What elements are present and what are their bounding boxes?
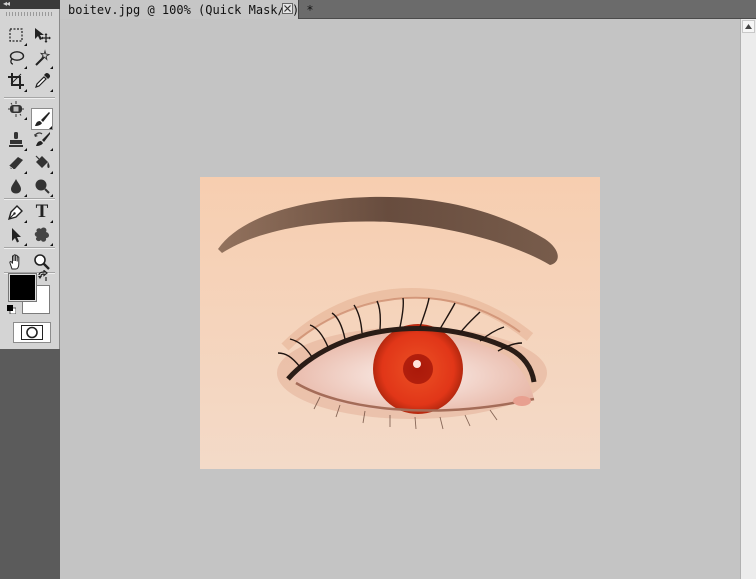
zoom-icon [34, 254, 50, 270]
magic-wand-icon [35, 49, 51, 66]
toolbox-header[interactable]: ◂◂ [0, 0, 60, 9]
document-tab[interactable]: boitev.jpg @ 100% (Quick Mask/8) * [60, 0, 314, 19]
tool-flyout-indicator [24, 89, 27, 92]
tool-flyout-indicator [24, 148, 27, 151]
history-brush-icon [34, 132, 50, 146]
move-tool[interactable] [31, 24, 53, 46]
tool-flyout-indicator [24, 243, 27, 246]
document-canvas[interactable] [60, 19, 740, 579]
crop-tool[interactable] [5, 70, 27, 92]
hand-icon [9, 254, 20, 270]
drop-icon [11, 179, 21, 194]
tool-flyout-indicator [50, 243, 53, 246]
history-brush-tool[interactable] [31, 129, 53, 151]
tool-flyout-indicator [50, 220, 53, 223]
tool-flyout-indicator [24, 66, 27, 69]
tool-flyout-indicator [24, 220, 27, 223]
tool-flyout-indicator [50, 194, 53, 197]
eye-photo[interactable] [200, 177, 600, 469]
dodge-icon [35, 179, 50, 194]
tool-flyout-indicator [24, 117, 27, 120]
foreground-color-swatch[interactable] [8, 273, 37, 302]
close-icon [284, 5, 291, 12]
pen-icon [7, 205, 23, 221]
eyedropper-tool[interactable] [31, 70, 53, 92]
tool-flyout-indicator [50, 171, 53, 174]
dodge-tool[interactable] [31, 175, 53, 197]
arrow-icon [12, 228, 21, 243]
toolbox-grip[interactable] [6, 12, 52, 16]
arrow-up-icon [745, 24, 752, 29]
type-tool[interactable]: T [31, 201, 53, 223]
close-tab-button[interactable] [282, 3, 293, 14]
move-icon [35, 28, 51, 43]
default-colors-icon[interactable] [7, 305, 16, 314]
swap-colors-icon[interactable] [37, 270, 49, 282]
brush-tool[interactable] [31, 108, 53, 130]
hand-tool[interactable] [5, 251, 27, 273]
lasso-tool[interactable] [5, 47, 27, 69]
spot-healing-tool[interactable] [5, 98, 27, 120]
scroll-up-button[interactable] [742, 20, 755, 33]
path-selection-tool[interactable] [5, 224, 27, 246]
eraser-tool[interactable] [5, 152, 27, 174]
rectangular-marquee-tool[interactable] [5, 24, 27, 46]
lasso-icon [9, 51, 25, 65]
scrollbar-track[interactable] [742, 34, 755, 574]
quick-mask-icon [21, 325, 43, 340]
photoshop-window: ◂◂ T boitev.jpg @ 100% (Quick Mask/8) * [0, 0, 756, 579]
paint-bucket-tool[interactable] [31, 152, 53, 174]
shape-icon [34, 227, 49, 242]
type-icon: T [35, 201, 49, 222]
toolbox-separator [4, 198, 55, 200]
tool-flyout-indicator [50, 89, 53, 92]
magic-wand-tool[interactable] [31, 47, 53, 69]
eye-image [200, 177, 600, 469]
toolbox-separator [4, 247, 55, 249]
tool-flyout-indicator [50, 148, 53, 151]
pen-tool[interactable] [5, 201, 27, 223]
tool-flyout-indicator [24, 171, 27, 174]
quick-mask-mode-button[interactable] [13, 322, 51, 343]
toolbox-panel: ◂◂ T [0, 0, 60, 579]
document-tab-bar: boitev.jpg @ 100% (Quick Mask/8) * [60, 0, 756, 19]
tool-flyout-indicator [24, 43, 27, 46]
crop-icon [8, 73, 24, 89]
tool-flyout-indicator [24, 194, 27, 197]
marquee-icon [9, 28, 23, 42]
blur-tool[interactable] [5, 175, 27, 197]
document-tab-title: boitev.jpg @ 100% (Quick Mask/8) * [68, 2, 314, 17]
bandage-icon [8, 101, 24, 117]
eraser-icon [8, 157, 23, 170]
vertical-scrollbar[interactable] [740, 19, 756, 579]
custom-shape-tool[interactable] [31, 224, 53, 246]
bucket-icon [35, 155, 50, 168]
clone-stamp-tool[interactable] [5, 129, 27, 151]
document-window: boitev.jpg @ 100% (Quick Mask/8) * [60, 0, 756, 579]
tool-flyout-indicator [50, 66, 53, 69]
stamp-icon [9, 132, 23, 147]
collapse-icon[interactable]: ◂◂ [3, 0, 10, 8]
eyedropper-icon [35, 72, 51, 88]
